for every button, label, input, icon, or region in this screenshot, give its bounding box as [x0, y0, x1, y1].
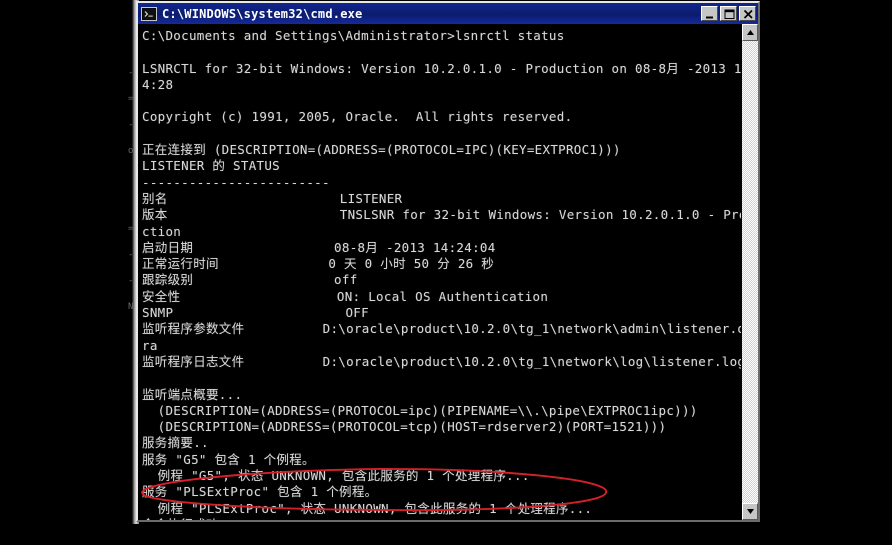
terminal-line: 监听程序参数文件 D:\oracle\product\10.2.0\tg_1\n…: [142, 321, 741, 337]
window-body: C:\Documents and Settings\Administrator>…: [138, 24, 758, 520]
terminal-line: C:\Documents and Settings\Administrator>…: [142, 28, 565, 43]
terminal-line: 监听端点概要...: [142, 386, 243, 402]
terminal-line: Copyright (c) 1991, 2005, Oracle. All ri…: [142, 109, 573, 125]
terminal-line: ction: [142, 223, 182, 239]
maximize-button[interactable]: [720, 6, 737, 21]
terminal-line: LISTENER 的 STATUS: [142, 158, 281, 174]
terminal-line: SNMP OFF: [142, 305, 369, 321]
terminal-line: LSNRCTL for 32-bit Windows: Version 10.2…: [142, 60, 741, 76]
terminal-line: ------------------------: [142, 174, 330, 190]
terminal-line: (DESCRIPTION=(ADDRESS=(PROTOCOL=ipc)(PIP…: [142, 402, 698, 418]
terminal-line: 服务 "PLSExtProc" 包含 1 个例程。: [142, 484, 378, 500]
terminal-line: 例程 "G5", 状态 UNKNOWN, 包含此服务的 1 个处理程序...: [142, 468, 530, 484]
scroll-up-button[interactable]: [742, 24, 758, 41]
terminal-line: 别名 LISTENER: [142, 190, 403, 206]
terminal-line: 4:28: [142, 76, 174, 92]
window-title: C:\WINDOWS\system32\cmd.exe: [162, 6, 363, 21]
scroll-down-button[interactable]: [742, 503, 758, 520]
terminal-line: 正在连接到 (DESCRIPTION=(ADDRESS=(PROTOCOL=IP…: [142, 142, 621, 158]
terminal-line: 正常运行时间 0 天 0 小时 50 分 26 秒: [142, 256, 495, 272]
terminal-line: (DESCRIPTION=(ADDRESS=(PROTOCOL=tcp)(HOS…: [142, 419, 667, 435]
terminal-text: C:\Documents and Settings\Administrator>…: [142, 28, 741, 520]
minimize-button[interactable]: [701, 6, 718, 21]
terminal-line: 监听程序日志文件 D:\oracle\product\10.2.0\tg_1\n…: [142, 353, 741, 369]
close-icon: [743, 9, 753, 19]
terminal-line: 跟踪级别 off: [142, 272, 358, 288]
maximize-icon: [724, 9, 735, 19]
cmd-window[interactable]: C:\WINDOWS\system32\cmd.exe C:\Documents…: [136, 1, 760, 522]
cmd-icon: [141, 6, 157, 21]
minimize-icon: [706, 16, 713, 19]
desktop-background: - = - o = - - N - T = C:\WINDOWS\system3…: [0, 0, 892, 524]
terminal-line: 启动日期 08-8月 -2013 14:24:04: [142, 239, 496, 255]
window-titlebar[interactable]: C:\WINDOWS\system32\cmd.exe: [138, 3, 758, 24]
scrollbar-track[interactable]: [742, 41, 758, 503]
scroll-up-icon: [746, 30, 754, 35]
terminal-output-area[interactable]: C:\Documents and Settings\Administrator>…: [138, 24, 741, 520]
terminal-line: ra: [142, 337, 158, 353]
terminal-line: 例程 "PLSExtProc", 状态 UNKNOWN, 包含此服务的 1 个处…: [142, 500, 593, 516]
terminal-line: 服务 "G5" 包含 1 个例程。: [142, 451, 315, 467]
close-button[interactable]: [739, 6, 756, 21]
terminal-line: 安全性 ON: Local OS Authentication: [142, 288, 549, 304]
terminal-line: 命令执行成功: [142, 517, 741, 520]
terminal-line: 服务摘要..: [142, 435, 209, 451]
vertical-scrollbar[interactable]: [741, 24, 758, 520]
scroll-down-icon: [746, 509, 754, 514]
terminal-line: 版本 TNSLSNR for 32-bit Windows: Version 1…: [142, 207, 741, 223]
